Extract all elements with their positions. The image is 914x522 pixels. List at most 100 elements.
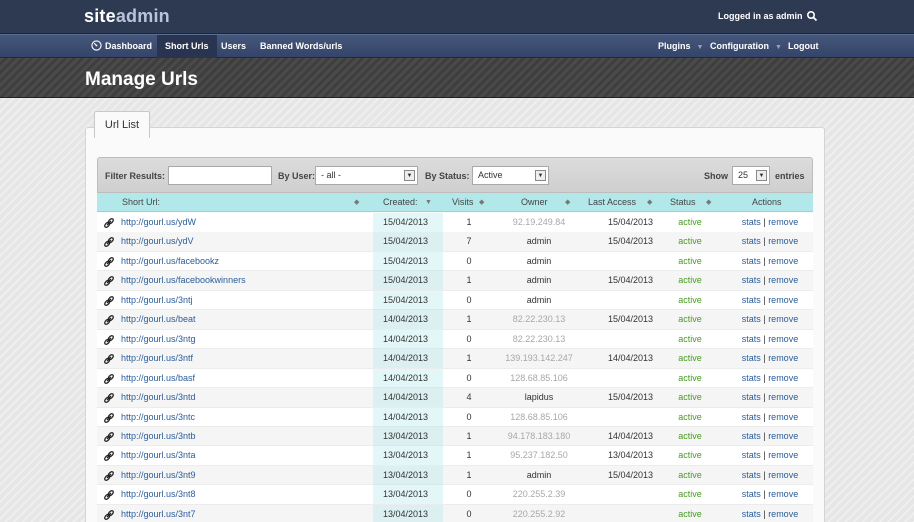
search-icon[interactable] bbox=[806, 10, 818, 22]
nav-logout[interactable]: Logout bbox=[780, 35, 827, 58]
remove-link[interactable]: remove bbox=[768, 509, 798, 519]
entries-label: entries bbox=[775, 171, 805, 181]
owner-value: 92.19.249.84 bbox=[512, 217, 566, 227]
stats-link[interactable]: stats bbox=[742, 256, 761, 266]
status-badge: active bbox=[678, 372, 702, 383]
owner-value: 220.255.2.39 bbox=[512, 489, 566, 500]
short-url-link[interactable]: http://gourl.us/basf bbox=[121, 369, 195, 388]
remove-link[interactable]: remove bbox=[768, 314, 798, 324]
visits-count: 1 bbox=[466, 353, 472, 364]
remove-link[interactable]: remove bbox=[768, 236, 798, 246]
row-actions: stats | remove bbox=[727, 252, 813, 271]
action-separator: | bbox=[763, 294, 766, 305]
title-band: Manage Urls bbox=[0, 58, 914, 98]
filter-results-input[interactable] bbox=[168, 166, 272, 185]
col-last-access[interactable]: Last Access ◆ bbox=[588, 193, 652, 212]
remove-link[interactable]: remove bbox=[768, 412, 798, 422]
remove-link[interactable]: remove bbox=[768, 295, 798, 305]
row-actions: stats | remove bbox=[727, 466, 813, 485]
short-url-link[interactable]: http://gourl.us/ydW bbox=[121, 213, 196, 232]
col-short-url-label: Short Url: bbox=[122, 197, 161, 207]
remove-link[interactable]: remove bbox=[768, 334, 798, 344]
stats-link[interactable]: stats bbox=[742, 470, 761, 480]
remove-link[interactable]: remove bbox=[768, 470, 798, 480]
stats-link[interactable]: stats bbox=[742, 236, 761, 246]
by-status-select[interactable]: Active ▼ bbox=[472, 166, 549, 185]
stats-link[interactable]: stats bbox=[742, 217, 761, 227]
short-url-link[interactable]: http://gourl.us/3ntd bbox=[121, 388, 196, 407]
remove-link[interactable]: remove bbox=[768, 256, 798, 266]
stats-link[interactable]: stats bbox=[742, 431, 761, 441]
short-url-link[interactable]: http://gourl.us/3ntc bbox=[121, 408, 195, 427]
nav-configuration[interactable]: Configuration ▼ bbox=[702, 35, 790, 58]
stats-link[interactable]: stats bbox=[742, 489, 761, 499]
stats-link[interactable]: stats bbox=[742, 450, 761, 460]
short-url-link[interactable]: http://gourl.us/3nt9 bbox=[121, 466, 196, 485]
visits-count: 0 bbox=[466, 255, 472, 266]
stats-link[interactable]: stats bbox=[742, 412, 761, 422]
last-access-date bbox=[583, 485, 653, 504]
action-separator: | bbox=[763, 333, 766, 344]
short-url-link[interactable]: http://gourl.us/3nta bbox=[121, 446, 196, 465]
owner-value: admin bbox=[526, 275, 552, 286]
nav-banned-words[interactable]: Banned Words/urls bbox=[252, 35, 350, 58]
remove-link[interactable]: remove bbox=[768, 392, 798, 402]
stats-link[interactable]: stats bbox=[742, 275, 761, 285]
short-url-link[interactable]: http://gourl.us/3ntj bbox=[121, 291, 193, 310]
by-user-select[interactable]: - all - ▼ bbox=[315, 166, 418, 185]
nav-users[interactable]: Users bbox=[213, 35, 254, 58]
owner-value: admin bbox=[526, 236, 552, 247]
sort-icon: ◆ bbox=[354, 199, 360, 206]
col-created[interactable]: Created: ▼ bbox=[383, 193, 433, 212]
remove-link[interactable]: remove bbox=[768, 489, 798, 499]
site-logo[interactable]: siteadmin bbox=[84, 6, 170, 27]
col-status-label: Status bbox=[670, 197, 696, 207]
remove-link[interactable]: remove bbox=[768, 353, 798, 363]
tab-url-list[interactable]: Url List bbox=[94, 111, 150, 138]
created-date: 13/04/2013 bbox=[383, 469, 429, 480]
stats-link[interactable]: stats bbox=[742, 392, 761, 402]
short-url-link[interactable]: http://gourl.us/facebookz bbox=[121, 252, 219, 271]
col-owner-label: Owner bbox=[521, 197, 548, 207]
remove-link[interactable]: remove bbox=[768, 373, 798, 383]
show-entries-select[interactable]: 25 ▼ bbox=[732, 166, 770, 185]
remove-link[interactable]: remove bbox=[768, 275, 798, 285]
filter-bar: Filter Results: By User: - all - ▼ By St… bbox=[97, 157, 813, 193]
short-url-link[interactable]: http://gourl.us/3nt7 bbox=[121, 505, 196, 522]
short-url-link[interactable]: http://gourl.us/3ntg bbox=[121, 330, 196, 349]
col-visits[interactable]: Visits ◆ bbox=[452, 193, 492, 212]
nav-short-urls[interactable]: Short Urls bbox=[157, 35, 217, 58]
short-url-link[interactable]: http://gourl.us/ydV bbox=[121, 232, 194, 251]
row-actions: stats | remove bbox=[727, 369, 813, 388]
stats-link[interactable]: stats bbox=[742, 509, 761, 519]
stats-link[interactable]: stats bbox=[742, 334, 761, 344]
nav-dashboard[interactable]: Dashboard bbox=[83, 35, 160, 58]
owner-value: 82.22.230.13 bbox=[512, 333, 566, 344]
stats-link[interactable]: stats bbox=[742, 314, 761, 324]
short-url-link[interactable]: http://gourl.us/beat bbox=[121, 310, 196, 329]
table-row: http://gourl.us/3ntj 15/04/2013 0 admin acti… bbox=[97, 290, 813, 311]
short-url-link[interactable]: http://gourl.us/3nt8 bbox=[121, 485, 196, 504]
created-date: 13/04/2013 bbox=[383, 489, 429, 500]
created-date: 14/04/2013 bbox=[383, 353, 429, 364]
short-url-link[interactable]: http://gourl.us/3ntb bbox=[121, 427, 196, 446]
stats-link[interactable]: stats bbox=[742, 373, 761, 383]
table-row: http://gourl.us/3ntb 13/04/2013 1 94.178.18… bbox=[97, 426, 813, 447]
link-icon bbox=[104, 295, 114, 306]
status-badge: active bbox=[678, 508, 702, 519]
status-badge: active bbox=[678, 333, 702, 344]
action-separator: | bbox=[763, 411, 766, 422]
owner-value: 95.237.182.50 bbox=[510, 450, 568, 461]
stats-link[interactable]: stats bbox=[742, 353, 761, 363]
remove-link[interactable]: remove bbox=[768, 431, 798, 441]
col-owner[interactable]: Owner ◆ bbox=[521, 193, 577, 212]
remove-link[interactable]: remove bbox=[768, 217, 798, 227]
short-url-link[interactable]: http://gourl.us/facebookwinners bbox=[121, 271, 246, 290]
col-status[interactable]: Status ◆ bbox=[670, 193, 720, 212]
remove-link[interactable]: remove bbox=[768, 450, 798, 460]
col-short-url[interactable]: Short Url: ◆ bbox=[122, 193, 362, 212]
table-row: http://gourl.us/3nta 13/04/2013 1 95.237.18… bbox=[97, 446, 813, 466]
visits-count: 1 bbox=[466, 469, 472, 480]
short-url-link[interactable]: http://gourl.us/3ntf bbox=[121, 349, 193, 368]
stats-link[interactable]: stats bbox=[742, 295, 761, 305]
